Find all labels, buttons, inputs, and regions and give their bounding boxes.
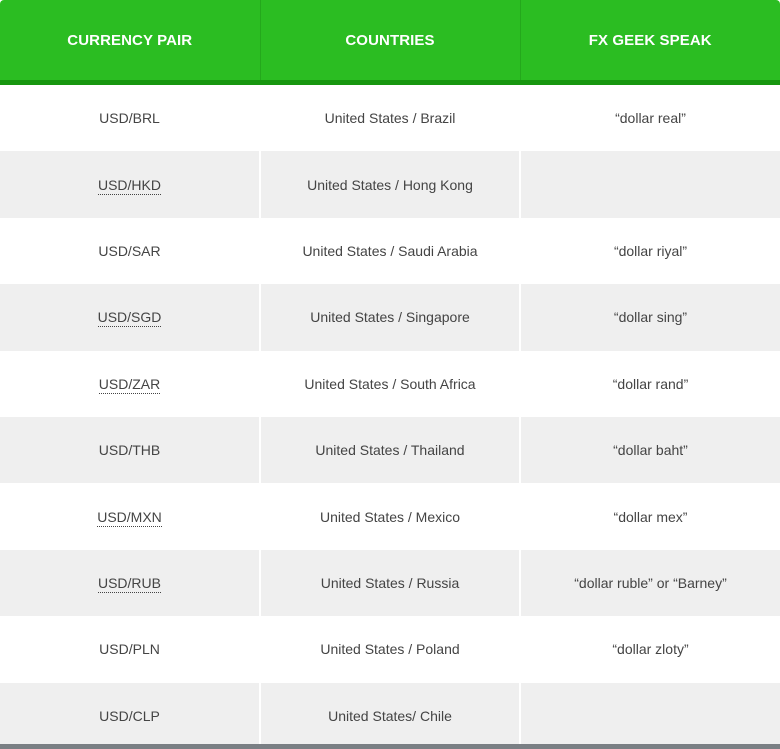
cell-currency-pair: USD/PLN — [0, 616, 261, 683]
cell-currency-pair: USD/THB — [0, 416, 261, 484]
currency-pair-text: USD/BRL — [99, 110, 160, 127]
cell-countries: United States / Mexico — [260, 483, 521, 550]
cell-countries: United States/ Chile — [260, 682, 521, 749]
cell-currency-pair: USD/RUB — [0, 549, 261, 617]
cell-fx-geek-speak — [520, 682, 780, 749]
header-fx-geek-speak: FX GEEK SPEAK — [520, 0, 780, 85]
currency-pair-text: USD/CLP — [99, 707, 160, 724]
cell-currency-pair: USD/SAR — [0, 217, 261, 285]
cell-currency-pair: USD/ZAR — [0, 350, 261, 417]
currency-pair-link[interactable]: USD/ZAR — [98, 375, 161, 394]
cell-countries: United States / Saudi Arabia — [260, 217, 521, 285]
cell-countries: United States / South Africa — [260, 350, 521, 417]
table-body: USD/BRL United States / Brazil “dollar rea… — [0, 82, 780, 749]
table-row: USD/BRL United States / Brazil “dollar rea… — [0, 82, 780, 152]
cell-countries: United States / Thailand — [260, 416, 521, 484]
header-row: CURRENCY PAIR COUNTRIES FX GEEK SPEAK — [0, 0, 780, 85]
currency-pair-text: USD/PLN — [99, 641, 160, 658]
cell-currency-pair: USD/SGD — [0, 284, 261, 351]
cell-currency-pair: USD/MXN — [0, 483, 261, 550]
table-header: CURRENCY PAIR COUNTRIES FX GEEK SPEAK — [0, 0, 780, 85]
header-countries: COUNTRIES — [260, 0, 521, 85]
table-row: USD/PLN United States / Poland “dollar zlo… — [0, 616, 780, 683]
cell-currency-pair: USD/BRL — [0, 82, 261, 152]
cell-fx-geek-speak: “dollar baht” — [520, 416, 780, 484]
table-row: USD/HKD United States / Hong Kong — [0, 151, 780, 218]
cell-fx-geek-speak: “dollar real” — [520, 82, 780, 152]
cell-countries: United States / Russia — [260, 549, 521, 617]
currency-pair-link[interactable]: USD/HKD — [97, 176, 161, 195]
cell-fx-geek-speak: “dollar ruble” or “Barney” — [520, 549, 780, 617]
currency-pair-link[interactable]: USD/RUB — [97, 574, 161, 593]
cell-countries: United States / Poland — [260, 616, 521, 683]
cell-fx-geek-speak: “dollar riyal” — [520, 217, 780, 285]
header-currency-pair: CURRENCY PAIR — [0, 0, 261, 85]
cell-fx-geek-speak: “dollar rand” — [520, 350, 780, 417]
table-row: USD/MXN United States / Mexico “dollar mex… — [0, 483, 780, 550]
currency-pairs-table: CURRENCY PAIR COUNTRIES FX GEEK SPEAK US… — [0, 0, 780, 749]
cell-fx-geek-speak: “dollar zloty” — [520, 616, 780, 683]
bottom-border — [0, 744, 780, 749]
table-row: USD/ZAR United States / South Africa “doll… — [0, 350, 780, 417]
currency-pair-text: USD/SAR — [98, 242, 161, 259]
cell-countries: United States / Hong Kong — [260, 151, 521, 218]
table-row: USD/SAR United States / Saudi Arabia “doll… — [0, 217, 780, 285]
cell-countries: United States / Brazil — [260, 82, 521, 152]
cell-countries: United States / Singapore — [260, 284, 521, 351]
cell-fx-geek-speak: “dollar mex” — [520, 483, 780, 550]
table-row: USD/CLP United States/ Chile — [0, 682, 780, 749]
cell-fx-geek-speak: “dollar sing” — [520, 284, 780, 351]
table-row: USD/RUB United States / Russia “dollar rub… — [0, 549, 780, 617]
cell-fx-geek-speak — [520, 151, 780, 218]
table-row: USD/THB United States / Thailand “dollar b… — [0, 416, 780, 484]
table-row: USD/SGD United States / Singapore “dollar … — [0, 284, 780, 351]
currency-pair-link[interactable]: USD/MXN — [97, 508, 162, 527]
currency-pair-link[interactable]: USD/SGD — [97, 309, 162, 328]
currency-pair-text: USD/THB — [98, 442, 161, 459]
cell-currency-pair: USD/CLP — [0, 682, 261, 749]
cell-currency-pair: USD/HKD — [0, 151, 261, 218]
